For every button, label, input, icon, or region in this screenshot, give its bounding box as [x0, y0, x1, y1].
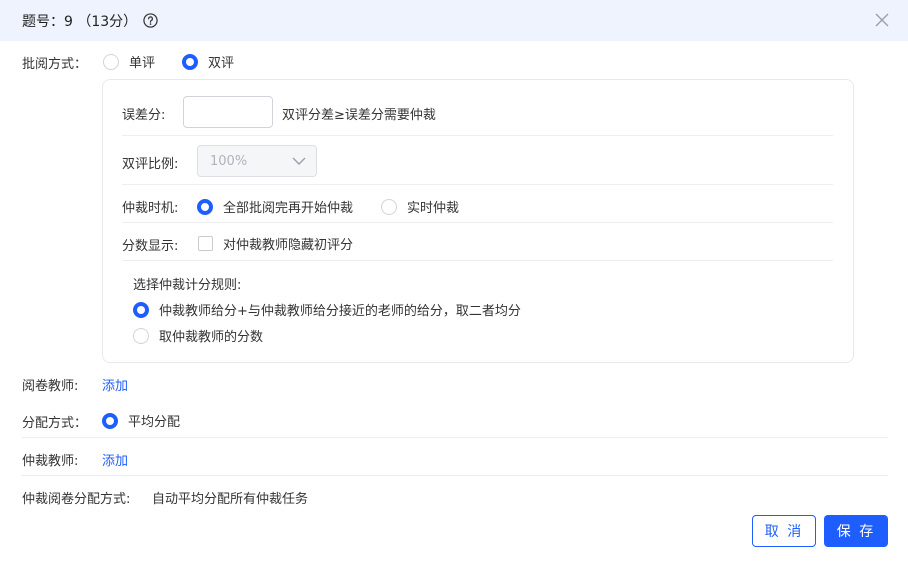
radio-label: 实时仲裁: [407, 201, 460, 216]
divider: [122, 222, 833, 223]
save-button[interactable]: 保 存: [824, 515, 888, 547]
radio-circle[interactable]: [182, 53, 198, 70]
add-arbitrators-link[interactable]: 添加: [102, 450, 128, 469]
select-value: 100%: [210, 153, 248, 169]
radio-circle[interactable]: [381, 198, 397, 215]
divider: [22, 475, 888, 476]
checkbox-label: 对仲裁教师隐藏初评分: [223, 238, 354, 253]
chevron-down-icon: [292, 154, 306, 169]
error-score-input[interactable]: [183, 96, 273, 128]
error-score-label: 误差分:: [122, 108, 166, 123]
dialog-title: 题号：9 （13分）: [22, 13, 138, 30]
double-ratio-label: 双评比例:: [122, 157, 179, 172]
divider: [122, 184, 833, 185]
radio-average-distribution[interactable]: 平均分配: [102, 411, 180, 430]
radio-arbitrate-after-all[interactable]: 全部批阅完再开始仲裁: [197, 197, 353, 216]
radio-circle[interactable]: [103, 53, 119, 70]
radio-circle[interactable]: [133, 301, 149, 318]
radio-label: 仲裁教师给分+与仲裁教师给分接近的老师的给分，取二者均分: [159, 304, 521, 319]
divider: [122, 135, 833, 136]
radio-circle[interactable]: [102, 412, 118, 429]
divider: [22, 437, 888, 438]
arbitration-distribution-label: 仲裁阅卷分配方式:: [22, 492, 131, 507]
add-graders-link[interactable]: 添加: [102, 375, 128, 394]
checkbox-box[interactable]: [198, 236, 213, 251]
radio-label: 取仲裁教师的分数: [159, 330, 264, 345]
dialog-header: 题号：9 （13分）: [0, 0, 908, 41]
radio-realtime-arbitration[interactable]: 实时仲裁: [381, 197, 459, 216]
radio-rule-average[interactable]: 仲裁教师给分+与仲裁教师给分接近的老师的给分，取二者均分: [133, 300, 521, 319]
graders-label: 阅卷教师:: [22, 379, 79, 394]
radio-single-grading[interactable]: 单评: [103, 52, 155, 71]
radio-double-grading[interactable]: 双评: [182, 52, 234, 71]
score-display-label: 分数显示:: [122, 239, 179, 254]
radio-circle[interactable]: [197, 198, 213, 215]
radio-label: 全部批阅完再开始仲裁: [223, 201, 354, 216]
hide-initial-score-checkbox[interactable]: 对仲裁教师隐藏初评分: [198, 234, 353, 253]
grading-mode-label: 批阅方式：: [22, 57, 88, 72]
radio-rule-arbitrator[interactable]: 取仲裁教师的分数: [133, 326, 263, 345]
double-ratio-select[interactable]: 100%: [197, 145, 317, 177]
divider: [122, 260, 833, 261]
scoring-rule-title: 选择仲裁计分规则:: [133, 278, 242, 293]
arbitrators-label: 仲裁教师:: [22, 454, 79, 469]
arbitration-timing-label: 仲裁时机:: [122, 201, 179, 216]
radio-label: 单评: [129, 56, 156, 71]
error-score-hint: 双评分差≥误差分需要仲裁: [282, 108, 436, 123]
cancel-button[interactable]: 取 消: [752, 515, 816, 547]
radio-label: 双评: [208, 56, 235, 71]
radio-label: 平均分配: [128, 415, 181, 430]
distribution-label: 分配方式：: [22, 416, 88, 431]
arbitration-distribution-value: 自动平均分配所有仲裁任务: [152, 492, 309, 507]
question-circle-icon[interactable]: [143, 13, 158, 28]
radio-circle[interactable]: [133, 327, 149, 344]
close-icon[interactable]: [874, 12, 890, 28]
